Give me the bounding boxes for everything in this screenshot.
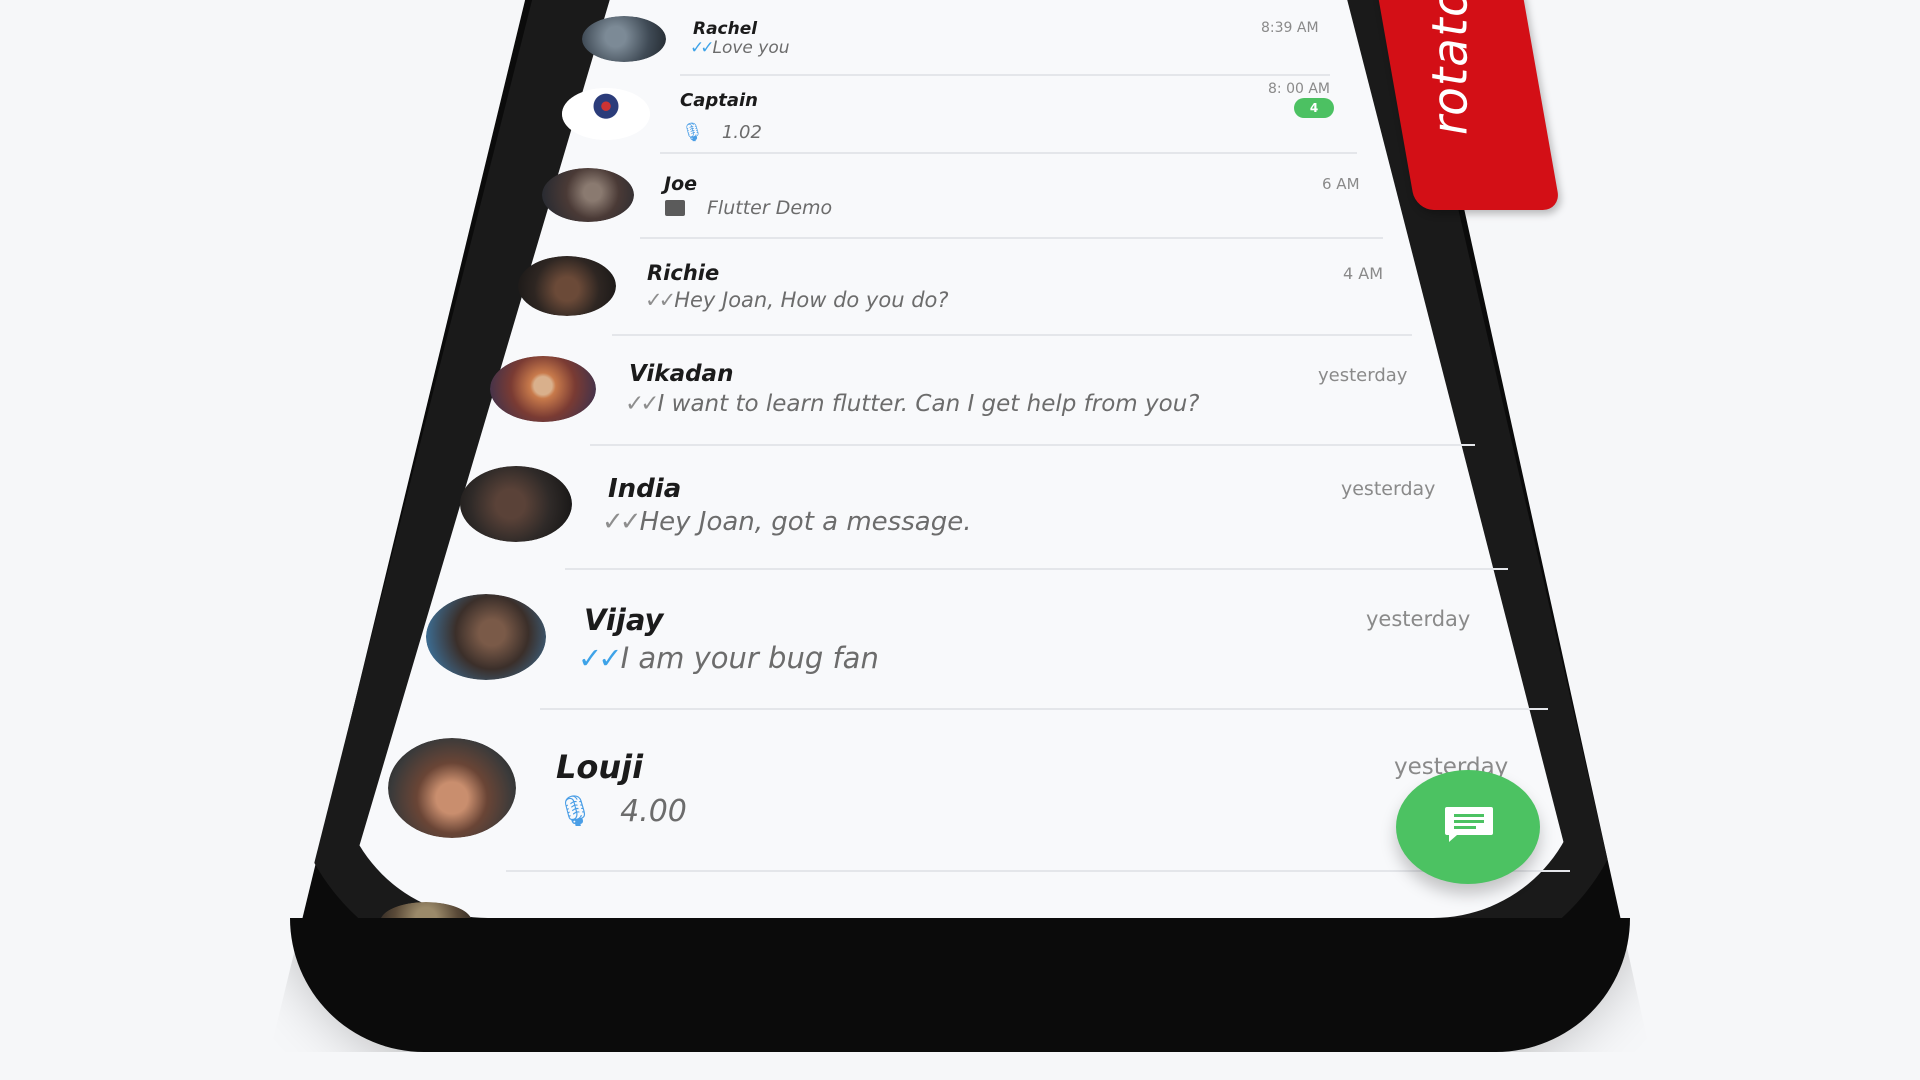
message-text: I want to learn flutter. Can I get help … bbox=[657, 391, 1200, 417]
unread-badge: 4 bbox=[1294, 98, 1334, 118]
last-message: 🎙 1.02 bbox=[681, 122, 762, 143]
new-message-fab[interactable] bbox=[1396, 770, 1540, 884]
message-text: Hey Joan, How do you do? bbox=[674, 288, 949, 312]
last-message: ✓✓ Hey Joan, How do you do? bbox=[645, 288, 949, 312]
last-message: 🎙 4.00 bbox=[556, 794, 687, 829]
double-check-icon: ✓✓ bbox=[602, 507, 642, 537]
contact-name: Joe bbox=[664, 173, 698, 195]
row-divider bbox=[590, 444, 1475, 446]
row-divider bbox=[640, 237, 1383, 239]
row-divider bbox=[565, 568, 1508, 570]
avatar bbox=[518, 256, 616, 316]
contact-name: Rachel bbox=[693, 19, 758, 39]
microphone-icon: 🎙 bbox=[556, 794, 595, 829]
contact-name: Richie bbox=[647, 261, 720, 285]
chat-time: yesterday bbox=[1366, 607, 1471, 631]
avatar bbox=[542, 168, 634, 222]
row-divider bbox=[540, 708, 1548, 710]
double-check-icon: ✓✓ bbox=[645, 288, 676, 312]
phone-chin bbox=[290, 918, 1630, 1052]
contact-name: Louji bbox=[556, 748, 644, 786]
last-message: ✓✓ Love you bbox=[690, 38, 790, 58]
contact-name: Vikadan bbox=[629, 361, 734, 387]
last-message: ✓✓ I am your bug fan bbox=[578, 641, 879, 675]
double-check-icon: ✓✓ bbox=[690, 38, 714, 58]
contact-name: Captain bbox=[680, 90, 758, 111]
message-text: Flutter Demo bbox=[707, 197, 833, 219]
chat-time: 8:39 AM bbox=[1261, 20, 1319, 36]
last-message: Flutter Demo bbox=[665, 197, 832, 219]
message-text: Love you bbox=[712, 38, 790, 58]
message-text: 4.00 bbox=[620, 794, 687, 829]
message-text: 1.02 bbox=[721, 122, 762, 143]
row-divider bbox=[680, 74, 1330, 76]
chat-time: yesterday bbox=[1318, 365, 1408, 386]
avatar bbox=[582, 16, 666, 62]
message-icon bbox=[1445, 807, 1493, 842]
row-divider bbox=[660, 152, 1357, 154]
avatar bbox=[426, 594, 546, 680]
row-divider bbox=[612, 334, 1412, 336]
row-divider bbox=[506, 870, 1570, 872]
double-check-icon: ✓✓ bbox=[625, 391, 659, 417]
avatar bbox=[388, 738, 516, 838]
message-text: Hey Joan, got a message. bbox=[639, 507, 972, 537]
document-icon bbox=[665, 200, 685, 216]
microphone-icon: 🎙 bbox=[681, 122, 704, 143]
chat-time: 6 AM bbox=[1322, 175, 1360, 193]
double-check-icon: ✓✓ bbox=[578, 641, 623, 675]
avatar bbox=[562, 88, 650, 140]
chat-time: 4 AM bbox=[1343, 264, 1384, 283]
avatar bbox=[460, 466, 572, 542]
message-text: I am your bug fan bbox=[620, 641, 879, 675]
contact-name: India bbox=[608, 474, 682, 504]
chat-time: yesterday bbox=[1341, 478, 1436, 500]
avatar bbox=[490, 356, 596, 422]
rotato-watermark-text: rotato.xyz/f bbox=[1422, 0, 1479, 140]
contact-name: Vijay bbox=[584, 603, 664, 637]
last-message: ✓✓ Hey Joan, got a message. bbox=[602, 507, 971, 537]
chat-time: 8: 00 AM bbox=[1268, 81, 1330, 97]
device-mockup: rotato.xyz/f Rachel 8:39 AM ✓✓ Love you … bbox=[0, 0, 1920, 1080]
last-message: ✓✓ I want to learn flutter. Can I get he… bbox=[625, 391, 1199, 417]
